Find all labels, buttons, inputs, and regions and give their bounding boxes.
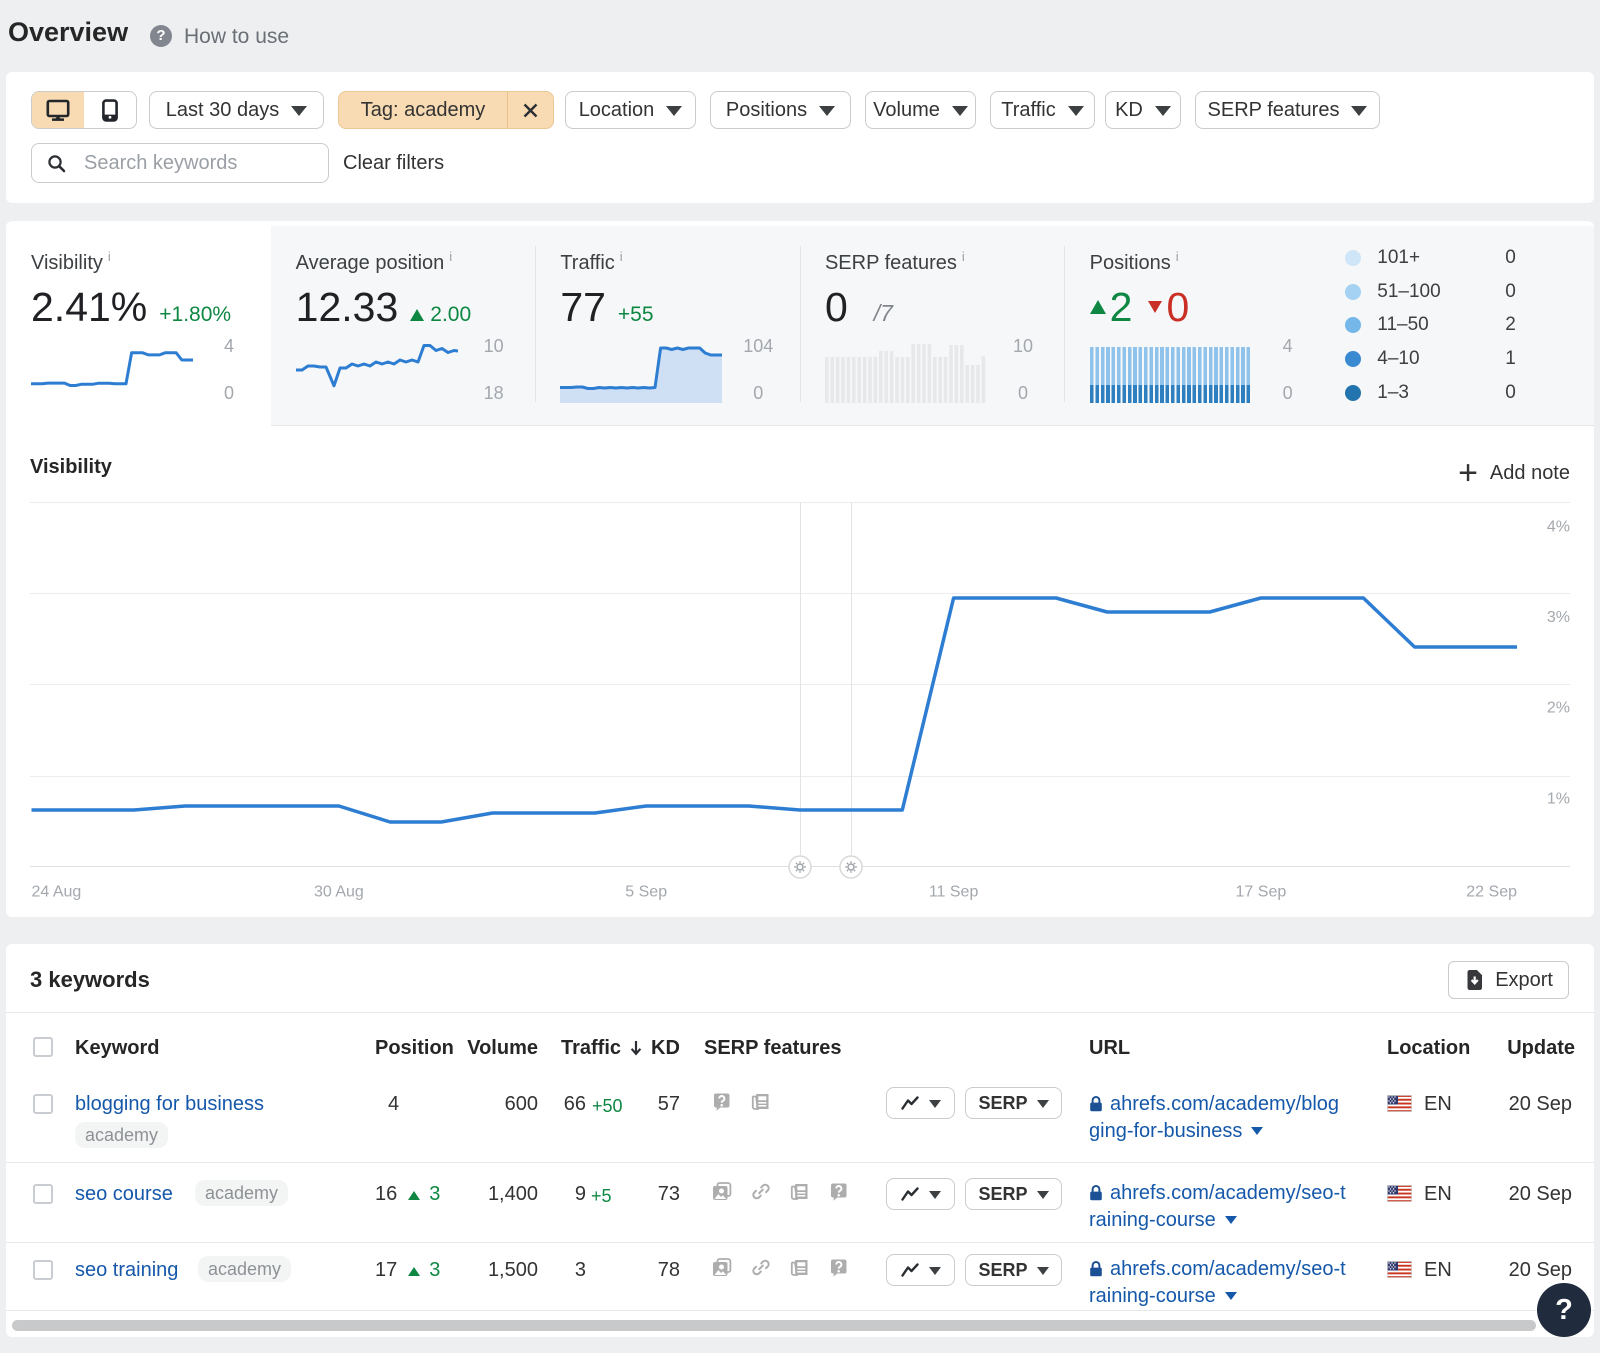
svg-text:4%: 4% bbox=[1547, 518, 1570, 535]
svg-text:17 Sep: 17 Sep bbox=[1236, 884, 1287, 901]
svg-text:22 Sep: 22 Sep bbox=[1466, 884, 1517, 901]
svg-text:30 Aug: 30 Aug bbox=[314, 884, 364, 901]
svg-text:3%: 3% bbox=[1547, 609, 1570, 626]
svg-text:11 Sep: 11 Sep bbox=[929, 884, 979, 901]
svg-text:5 Sep: 5 Sep bbox=[625, 884, 667, 901]
svg-text:2%: 2% bbox=[1547, 700, 1570, 717]
svg-text:24 Aug: 24 Aug bbox=[32, 884, 82, 901]
svg-text:1%: 1% bbox=[1547, 791, 1570, 808]
